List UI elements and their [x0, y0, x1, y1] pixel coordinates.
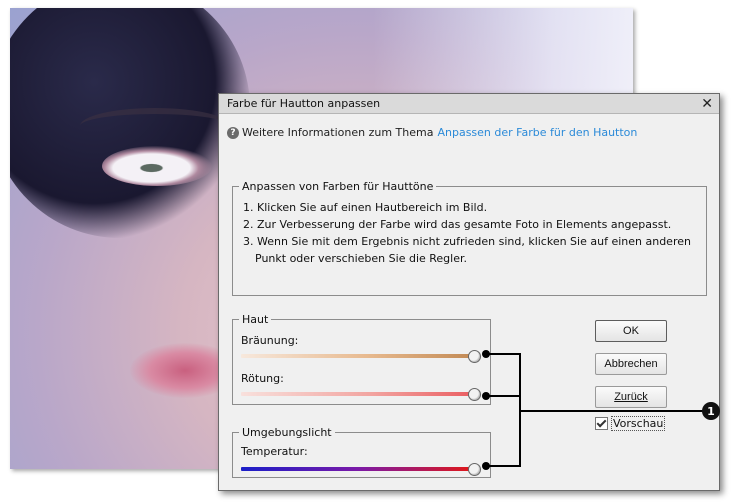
photo-eyebrow: [80, 108, 230, 144]
blush-slider[interactable]: [241, 392, 473, 396]
help-text: Weitere Informationen zum Thema: [242, 126, 434, 139]
cancel-button[interactable]: Abbrechen: [595, 353, 667, 375]
skin-group: Haut Bräunung: Rötung:: [232, 313, 491, 405]
dialog-titlebar[interactable]: Farbe für Hautton anpassen ✕: [219, 94, 719, 114]
temperature-slider-handle[interactable]: [468, 463, 481, 476]
checkmark-icon[interactable]: [595, 417, 608, 430]
skin-tone-dialog: Farbe für Hautton anpassen ✕ ? Weitere I…: [218, 93, 720, 491]
question-circle-icon: ?: [227, 126, 239, 139]
blush-slider-handle[interactable]: [468, 388, 481, 401]
instructions-legend: Anpassen von Farben für Hauttöne: [242, 180, 434, 193]
preview-label: Vorschau: [611, 416, 666, 431]
help-link[interactable]: Anpassen der Farbe für den Hautton: [437, 126, 637, 139]
help-row: ? Weitere Informationen zum Thema Anpass…: [227, 126, 637, 139]
temperature-slider[interactable]: [241, 467, 473, 471]
instructions-group: Anpassen von Farben für Hauttöne 1. Klic…: [232, 180, 707, 296]
temperature-label: Temperatur:: [241, 445, 308, 458]
tan-label: Bräunung:: [241, 334, 299, 347]
blush-label: Rötung:: [241, 372, 284, 385]
tan-slider[interactable]: [241, 354, 473, 358]
instruction-3: 3. Wenn Sie mit dem Ergebnis nicht zufri…: [243, 235, 691, 265]
reset-button[interactable]: Zurück: [595, 386, 667, 408]
ambient-light-group: Umgebungslicht Temperatur:: [232, 426, 491, 478]
skin-legend: Haut: [242, 313, 269, 326]
photo-eye: [102, 146, 212, 186]
instruction-1: 1. Klicken Sie auf einen Hautbereich im …: [243, 201, 488, 214]
dialog-title: Farbe für Hautton anpassen: [227, 97, 381, 110]
ambient-legend: Umgebungslicht: [242, 426, 332, 439]
ok-button[interactable]: OK: [595, 320, 667, 342]
instruction-2: 2. Zur Verbesserung der Farbe wird das g…: [243, 218, 672, 231]
callout-number-badge: 1: [702, 402, 720, 420]
tan-slider-handle[interactable]: [468, 350, 481, 363]
close-icon[interactable]: ✕: [701, 97, 713, 111]
preview-toggle[interactable]: Vorschau: [595, 416, 666, 431]
